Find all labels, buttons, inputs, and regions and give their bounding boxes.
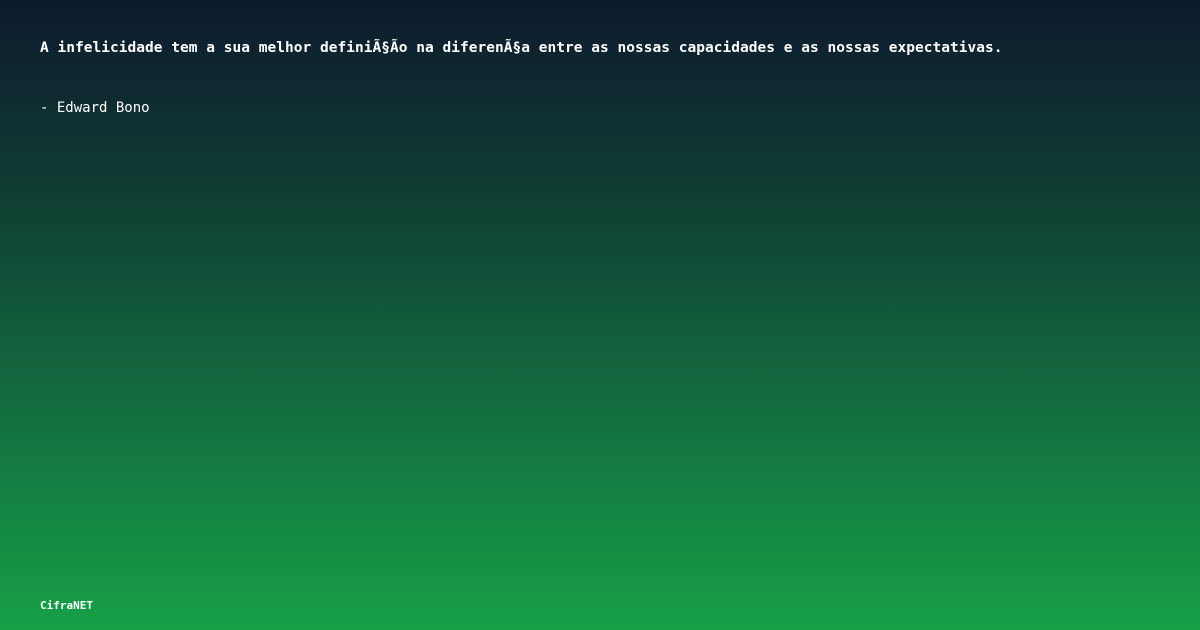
quote-card: { "quote": { "text": "A infelicidade tem… bbox=[0, 0, 1200, 630]
brand-logo-text: CifraNET bbox=[40, 599, 93, 612]
quote-text: A infelicidade tem a sua melhor definiÃ§… bbox=[40, 40, 1003, 56]
quote-author: - Edward Bono bbox=[40, 100, 150, 116]
